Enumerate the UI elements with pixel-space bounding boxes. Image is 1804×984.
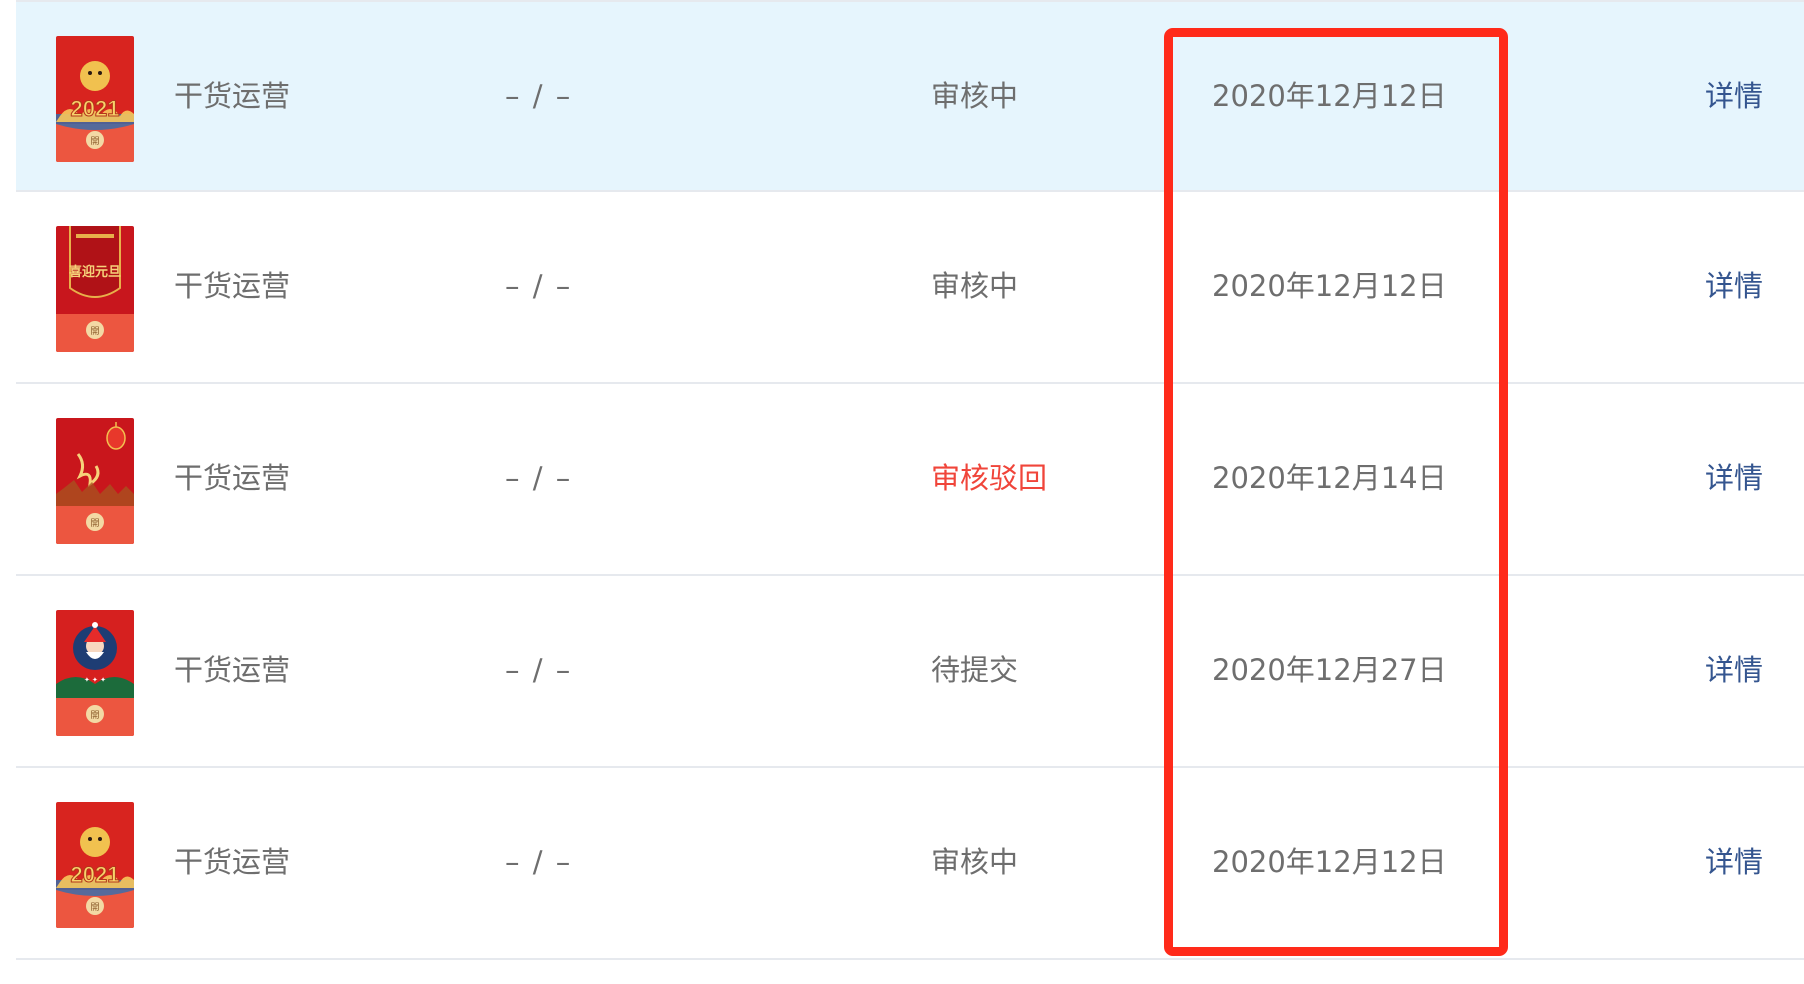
submit-date: 2020年12月12日: [1212, 79, 1447, 113]
table-row: ✦ ✦ ✦ 開 干货运营 – / – 待提交 2020年12月27日 详情: [16, 576, 1804, 768]
cover-name: 干货运营: [174, 461, 291, 495]
red-envelope-2021-icon: 2021 開: [56, 36, 134, 162]
table-row: 2021 開 干货运营 – / – 审核中 2020年12月12日 详情: [16, 0, 1804, 192]
review-status: 待提交: [931, 653, 1019, 687]
submit-date: 2020年12月12日: [1212, 269, 1447, 303]
cover-name: 干货运营: [174, 653, 291, 687]
cover-seal: 開: [90, 710, 99, 721]
review-status: 审核中: [931, 269, 1019, 303]
red-envelope-lantern-icon: 開: [56, 418, 134, 544]
table-row: 喜迎元旦 開 干货运营 – / – 审核中 2020年12月12日 详情: [16, 192, 1804, 384]
cover-seal: 開: [90, 136, 99, 147]
cover-seal: 開: [90, 326, 99, 337]
cover-amount: – / –: [505, 653, 573, 687]
cover-name: 干货运营: [174, 269, 291, 303]
review-status: 审核中: [931, 845, 1019, 879]
cover-title: 2021: [71, 96, 120, 121]
review-status: 审核驳回: [931, 461, 1048, 495]
cover-title: 喜迎元旦: [69, 264, 121, 280]
cover-table: 2021 開 干货运营 – / – 审核中 2020年12月12日 详情 喜迎元…: [16, 0, 1804, 960]
cover-title: 2021: [71, 862, 120, 887]
cover-name: 干货运营: [174, 79, 291, 113]
submit-date: 2020年12月14日: [1212, 461, 1447, 495]
detail-link[interactable]: 详情: [1705, 2, 1763, 190]
review-status: 审核中: [931, 79, 1019, 113]
red-envelope-2021-icon: 2021 開: [56, 802, 134, 928]
red-envelope-cover-list: 2021 開 干货运营 – / – 审核中 2020年12月12日 详情 喜迎元…: [0, 0, 1804, 984]
red-envelope-christmas-icon: ✦ ✦ ✦ 開: [56, 610, 134, 736]
detail-link[interactable]: 详情: [1705, 576, 1763, 764]
submit-date: 2020年12月12日: [1212, 845, 1447, 879]
cover-amount: – / –: [505, 461, 573, 495]
svg-text:✦ ✦ ✦: ✦ ✦ ✦: [84, 676, 106, 684]
cover-amount: – / –: [505, 845, 573, 879]
cover-name: 干货运营: [174, 845, 291, 879]
cover-seal: 開: [90, 518, 99, 529]
detail-link[interactable]: 详情: [1705, 384, 1763, 572]
red-envelope-new-year-icon: 喜迎元旦 開: [56, 226, 134, 352]
table-row: 開 干货运营 – / – 审核驳回 2020年12月14日 详情: [16, 384, 1804, 576]
table-row: 2021 開 干货运营 – / – 审核中 2020年12月12日 详情: [16, 768, 1804, 960]
cover-amount: – / –: [505, 269, 573, 303]
detail-link[interactable]: 详情: [1705, 192, 1763, 380]
cover-seal: 開: [90, 902, 99, 913]
detail-link[interactable]: 详情: [1705, 768, 1763, 956]
submit-date: 2020年12月27日: [1212, 653, 1447, 687]
cover-amount: – / –: [505, 79, 573, 113]
